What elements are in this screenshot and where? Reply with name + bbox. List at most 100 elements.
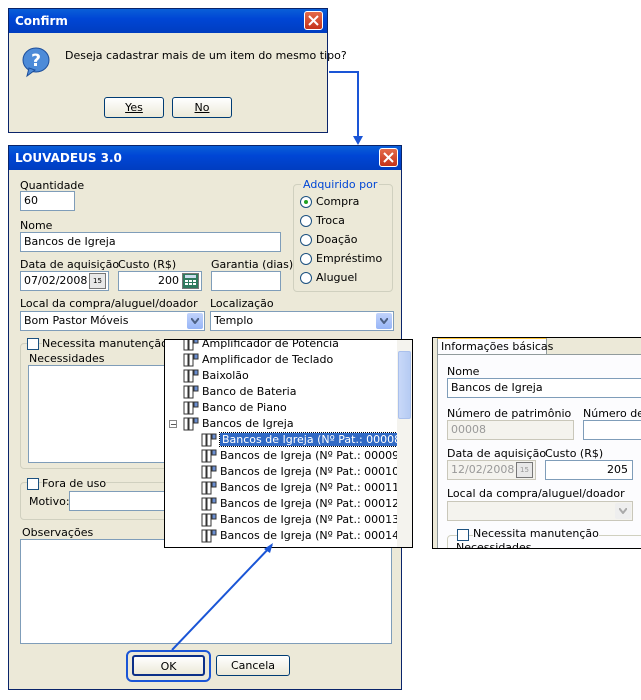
local-label: Local da compra/aluguel/doador bbox=[20, 297, 198, 310]
info-manut-checkbox[interactable] bbox=[457, 529, 469, 541]
tree-item-label: Bancos de Igreja (Nº Pat.: 00014) bbox=[220, 529, 404, 542]
ok-button[interactable]: OK bbox=[132, 655, 205, 676]
confirm-dialog: Confirm ? Deseja cadastrar mais de um it… bbox=[8, 8, 347, 133]
garantia-label: Garantia (dias) bbox=[211, 258, 294, 271]
chevron-down-icon[interactable] bbox=[615, 503, 631, 519]
info-necess-label: Necessidades bbox=[456, 541, 532, 549]
tree-panel: Amplificador de Potência Amplificador de … bbox=[164, 339, 413, 548]
adquirido-radio-0[interactable] bbox=[300, 196, 312, 208]
adquirido-option-label: Empréstimo bbox=[316, 252, 383, 265]
calculator-icon[interactable] bbox=[182, 273, 199, 289]
info-local-label: Local da compra/aluguel/doador bbox=[447, 487, 625, 500]
info-patrimonio-input[interactable]: 00008 bbox=[447, 420, 574, 440]
fora-checkbox[interactable] bbox=[27, 478, 39, 490]
info-panel: Informações básicas Nome Bancos de Igrej… bbox=[432, 337, 641, 549]
adquirido-radio-3[interactable] bbox=[300, 253, 312, 265]
instrument-icon bbox=[201, 465, 217, 479]
cancel-button[interactable]: Cancela bbox=[216, 655, 290, 676]
tree-item[interactable]: Amplificador de Teclado bbox=[183, 352, 333, 368]
tree-item-label: Baixolão bbox=[202, 369, 249, 382]
instrument-icon bbox=[201, 449, 217, 463]
custo-input[interactable]: 200 bbox=[118, 271, 202, 291]
tab-info-basicas[interactable]: Informações básicas bbox=[437, 338, 553, 355]
confirm-title: Confirm bbox=[15, 14, 68, 28]
localizacao-select[interactable]: Templo bbox=[210, 311, 394, 331]
instrument-icon bbox=[183, 353, 199, 367]
nome-label: Nome bbox=[20, 219, 53, 232]
chevron-down-icon[interactable] bbox=[376, 313, 392, 329]
adquirido-radio-4[interactable] bbox=[300, 272, 312, 284]
tree-item[interactable]: Baixolão bbox=[183, 368, 249, 384]
info-nome-input[interactable]: Bancos de Igreja bbox=[447, 378, 641, 398]
info-local-select[interactable] bbox=[447, 501, 633, 521]
tree-item[interactable]: Bancos de Igreja (Nº Pat.: 00012) bbox=[201, 496, 403, 512]
main-close-button[interactable] bbox=[379, 148, 398, 167]
nome-input[interactable]: Bancos de Igreja bbox=[20, 232, 281, 252]
observacoes-textarea[interactable] bbox=[20, 539, 392, 644]
adquirido-option-label: Doação bbox=[316, 233, 358, 246]
tree-item-label: Bancos de Igreja (Nº Pat.: 00010) bbox=[220, 465, 404, 478]
garantia-input[interactable] bbox=[211, 271, 281, 291]
confirm-close-button[interactable] bbox=[304, 11, 323, 30]
tree-item[interactable]: Bancos de Igreja (Nº Pat.: 00011) bbox=[201, 480, 403, 496]
tree-item[interactable]: Banco de Bateria bbox=[183, 384, 296, 400]
tree-item-label: Bancos de Igreja (Nº Pat.: 00013) bbox=[220, 513, 404, 526]
instrument-icon bbox=[201, 433, 217, 447]
info-nome-label: Nome bbox=[447, 365, 480, 378]
adquirido-option-label: Aluguel bbox=[316, 271, 358, 284]
info-custo-input[interactable]: 205 bbox=[545, 460, 633, 480]
motivo-input[interactable] bbox=[69, 491, 169, 511]
tree-item[interactable]: Bancos de Igreja (Nº Pat.: 00008) bbox=[201, 432, 409, 448]
adquirido-option-label: Compra bbox=[316, 195, 360, 208]
fora-label: Fora de uso bbox=[42, 477, 107, 490]
instrument-icon bbox=[183, 369, 199, 383]
local-select[interactable]: Bom Pastor Móveis bbox=[20, 311, 205, 331]
tree-item[interactable]: Banco de Piano bbox=[183, 400, 287, 416]
adquirido-radio-1[interactable] bbox=[300, 215, 312, 227]
info-patrimonio-label: Número de patrimônio bbox=[447, 407, 572, 420]
tree-item-label: Amplificador de Teclado bbox=[202, 353, 334, 366]
tree-item-label: Banco de Bateria bbox=[202, 385, 297, 398]
svg-text:?: ? bbox=[31, 51, 41, 71]
tree-scrollbar[interactable] bbox=[397, 340, 412, 547]
info-data-input[interactable]: 12/02/2008 15 bbox=[447, 460, 536, 480]
info-numero-label: Número de bbox=[583, 407, 641, 420]
calendar-icon[interactable]: 15 bbox=[89, 273, 106, 289]
quantidade-input[interactable]: 60 bbox=[20, 191, 75, 211]
instrument-icon bbox=[183, 401, 199, 415]
tree-item-label: Bancos de Igreja (Nº Pat.: 00008) bbox=[218, 432, 409, 447]
main-titlebar[interactable]: LOUVADEUS 3.0 bbox=[9, 146, 401, 170]
calendar-icon[interactable]: 15 bbox=[516, 462, 533, 478]
yes-button[interactable]: Yes bbox=[104, 97, 164, 118]
tree-item[interactable]: Bancos de Igreja (Nº Pat.: 00010) bbox=[201, 464, 403, 480]
tree-item-label: Amplificador de Potência bbox=[202, 339, 339, 350]
adquirido-option-label: Troca bbox=[316, 214, 345, 227]
instrument-icon bbox=[201, 513, 217, 527]
confirm-titlebar[interactable]: Confirm bbox=[9, 9, 327, 33]
instrument-icon bbox=[183, 340, 199, 351]
tree-item[interactable]: Amplificador de Potência bbox=[183, 339, 339, 352]
data-input[interactable]: 07/02/2008 15 bbox=[20, 271, 109, 291]
adquirido-label: Adquirido por bbox=[301, 178, 380, 191]
instrument-icon bbox=[183, 417, 199, 431]
tree-item[interactable]: Bancos de Igreja (Nº Pat.: 00009) bbox=[201, 448, 403, 464]
info-manut-label: Necessita manutenção bbox=[473, 527, 599, 540]
tree-collapse-icon[interactable]: − bbox=[169, 420, 177, 429]
tree-item[interactable]: − Bancos de Igreja bbox=[169, 416, 294, 432]
info-numero-input[interactable] bbox=[583, 420, 641, 440]
no-button[interactable]: No bbox=[172, 97, 232, 118]
close-icon bbox=[383, 152, 394, 163]
manutencao-label: Necessita manutenção bbox=[42, 337, 168, 350]
tree-item-label: Bancos de Igreja (Nº Pat.: 00011) bbox=[220, 481, 404, 494]
scroll-thumb[interactable] bbox=[398, 351, 411, 419]
custo-label: Custo (R$) bbox=[118, 258, 177, 271]
tree-item[interactable]: Bancos de Igreja (Nº Pat.: 00013) bbox=[201, 512, 403, 528]
tree-item-label: Bancos de Igreja bbox=[202, 417, 294, 430]
adquirido-radio-2[interactable] bbox=[300, 234, 312, 246]
necessidades-label: Necessidades bbox=[29, 352, 105, 365]
chevron-down-icon[interactable] bbox=[187, 313, 203, 329]
confirm-message: Deseja cadastrar mais de um item do mesm… bbox=[65, 49, 347, 62]
manutencao-checkbox[interactable] bbox=[27, 338, 39, 350]
necessidades-textarea[interactable] bbox=[28, 365, 168, 463]
tree-item[interactable]: Bancos de Igreja (Nº Pat.: 00014) bbox=[201, 528, 403, 544]
